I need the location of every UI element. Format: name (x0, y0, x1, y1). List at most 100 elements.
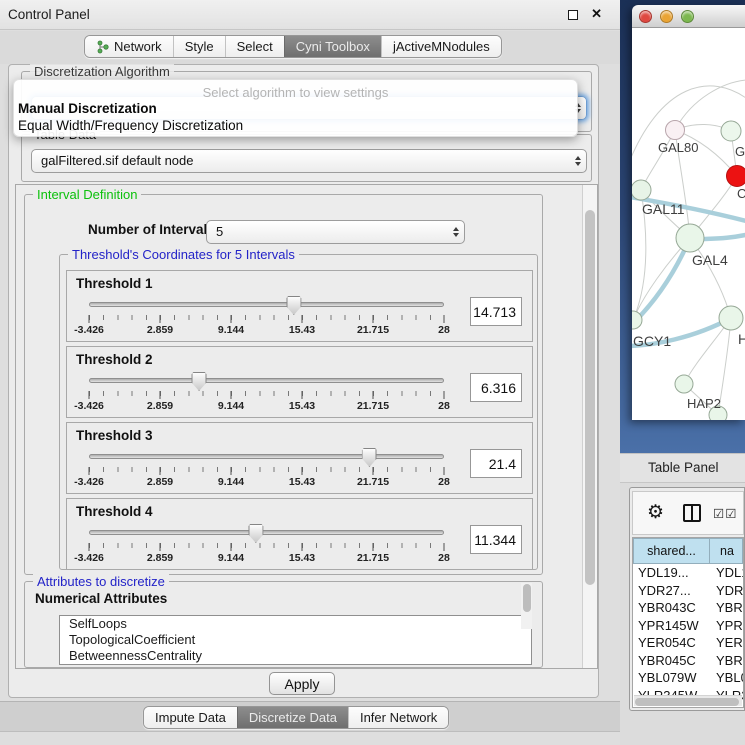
table-row[interactable]: YPR145W YPR1 (633, 617, 743, 635)
slider-tick-labels: -3.4262.8599.14415.4321.71528 (89, 552, 444, 564)
horizontal-scrollbar[interactable] (634, 695, 742, 706)
node-right[interactable] (719, 306, 743, 330)
list-item[interactable]: TopologicalCoefficient (60, 632, 531, 648)
network-view[interactable]: GAL80 G C GAL11 GAL4 GCY1 H HAP2 (632, 28, 745, 420)
tab-discretize-data[interactable]: Discretize Data (237, 707, 348, 728)
threshold-1-value[interactable] (470, 297, 522, 326)
tab-network[interactable]: Network (85, 36, 173, 57)
network-window-titlebar (632, 5, 745, 28)
right-pane: GAL80 G C GAL11 GAL4 GCY1 H HAP2 Table P… (620, 0, 745, 745)
node-top-right[interactable] (721, 121, 741, 141)
threshold-1-panel: Threshold 1 -3.4262.8599.14415.4321.7152… (66, 270, 533, 342)
threshold-2-value[interactable] (470, 373, 522, 402)
tab-style[interactable]: Style (173, 36, 225, 57)
tab-infer-network-label: Infer Network (360, 710, 437, 725)
close-icon[interactable]: ✕ (591, 6, 602, 22)
threshold-2-panel: Threshold 2 -3.4262.8599.14415.4321.7152… (66, 346, 533, 418)
dropdown-option-manual[interactable]: Manual Discretization (18, 101, 157, 116)
scrollbar-thumb[interactable] (523, 584, 531, 612)
dropdown-option-equal-width[interactable]: Equal Width/Frequency Discretization (18, 118, 243, 133)
scrollbar-thumb[interactable] (635, 698, 739, 706)
tab-select-label: Select (237, 39, 273, 54)
numerical-attributes-list[interactable]: SelfLoops TopologicalCoefficient Between… (59, 615, 532, 665)
slider-track[interactable] (89, 302, 444, 307)
attributes-group: Attributes to discretize Numerical Attri… (24, 581, 543, 668)
node-label-gal80: GAL80 (658, 140, 698, 155)
columns-icon[interactable] (683, 504, 701, 522)
table-row[interactable]: YBR045C YBR0 (633, 652, 743, 670)
select-columns-icon[interactable]: ☑☑ (713, 506, 737, 521)
vertical-scrollbar[interactable] (582, 185, 597, 668)
combo-stepper-icon (453, 227, 459, 237)
slider-thumb[interactable] (192, 372, 207, 391)
dropdown-hint: Select algorithm to view settings (14, 85, 577, 100)
threshold-4-slider[interactable] (89, 525, 444, 543)
tab-impute-data[interactable]: Impute Data (144, 707, 237, 728)
list-item[interactable]: SelfLoops (60, 616, 531, 632)
float-icon[interactable] (568, 10, 578, 20)
list-item[interactable]: BetweennessCentrality (60, 648, 531, 664)
tab-jactivemnodules[interactable]: jActiveMNodules (381, 36, 501, 57)
algorithm-dropdown: Select algorithm to view settings Manual… (13, 79, 578, 137)
node-gal4[interactable] (676, 224, 704, 252)
tab-cyni-toolbox[interactable]: Cyni Toolbox (284, 36, 381, 57)
node-gal11[interactable] (632, 180, 651, 200)
table-row[interactable]: YBL079W YBL0 (633, 669, 743, 687)
node-gal80[interactable] (666, 121, 685, 140)
threshold-3-value[interactable] (470, 449, 522, 478)
table-row[interactable]: YDL19... YDL1 (633, 564, 743, 582)
number-of-intervals-combo[interactable]: 5 (206, 220, 465, 244)
threshold-2-slider[interactable] (89, 373, 444, 391)
number-of-intervals-label: Number of Intervals (88, 222, 215, 237)
node-red[interactable] (727, 166, 745, 187)
tab-infer-network[interactable]: Infer Network (348, 707, 448, 728)
tab-cyni-toolbox-label: Cyni Toolbox (296, 39, 370, 54)
node-label-partial-c: C (737, 186, 745, 201)
slider-ticks (89, 467, 444, 476)
thresholds-group: Threshold's Coordinates for 5 Intervals … (59, 254, 538, 570)
slider-track[interactable] (89, 378, 444, 383)
column-header-shared-name[interactable]: shared... (633, 538, 710, 564)
thresholds-group-label: Threshold's Coordinates for 5 Intervals (68, 247, 299, 262)
window-close-button[interactable] (639, 10, 652, 23)
table-row[interactable]: YBR043C YBR0 (633, 599, 743, 617)
cyni-toolbox-content: Discretization Algorithm Select algorith… (8, 64, 599, 698)
table-row[interactable]: YDR27... YDR2 (633, 582, 743, 600)
threshold-4-panel: Threshold 4 -3.4262.8599.14415.4321.7152… (66, 498, 533, 570)
tab-jactivemnodules-label: jActiveMNodules (393, 39, 490, 54)
slider-track[interactable] (89, 530, 444, 535)
list-scrollbar[interactable] (521, 583, 532, 629)
threshold-3-label: Threshold 3 (76, 428, 153, 443)
threshold-3-slider[interactable] (89, 449, 444, 467)
column-header-name[interactable]: na (710, 538, 743, 564)
scrollbar-thumb[interactable] (585, 210, 595, 585)
interval-definition-label: Interval Definition (33, 187, 141, 202)
threshold-1-slider[interactable] (89, 297, 444, 315)
window-zoom-button[interactable] (681, 10, 694, 23)
tab-select[interactable]: Select (225, 36, 284, 57)
threshold-4-label: Threshold 4 (76, 504, 153, 519)
node-hap2[interactable] (675, 375, 693, 393)
slider-thumb[interactable] (248, 524, 263, 543)
slider-ticks (89, 391, 444, 400)
slider-thumb[interactable] (362, 448, 377, 467)
window-minimize-button[interactable] (660, 10, 673, 23)
node-label-gal4: GAL4 (692, 252, 728, 268)
settings-gear-icon[interactable]: ⚙ (647, 501, 664, 525)
threshold-4-value[interactable] (470, 525, 522, 554)
slider-track[interactable] (89, 454, 444, 459)
network-graph: GAL80 G C GAL11 GAL4 GCY1 H HAP2 (632, 28, 745, 420)
tab-discretize-data-label: Discretize Data (249, 710, 337, 725)
app-root: Control Panel ✕ Network Style (0, 0, 745, 745)
slider-ticks (89, 315, 444, 324)
settings-scroll-area: Interval Definition Number of Intervals … (15, 184, 598, 669)
table-data-combo[interactable]: galFiltered.sif default node (31, 149, 587, 173)
interval-definition-group: Interval Definition Number of Intervals … (24, 194, 543, 575)
discretization-algorithm-label: Discretization Algorithm (30, 64, 174, 79)
table-row[interactable]: YER054C YER0 (633, 634, 743, 652)
slider-thumb[interactable] (286, 296, 301, 315)
apply-button[interactable]: Apply (269, 672, 335, 695)
slider-ticks (89, 543, 444, 552)
node-label-gal11: GAL11 (642, 201, 685, 217)
control-panel-titlebar: Control Panel ✕ (0, 0, 620, 30)
